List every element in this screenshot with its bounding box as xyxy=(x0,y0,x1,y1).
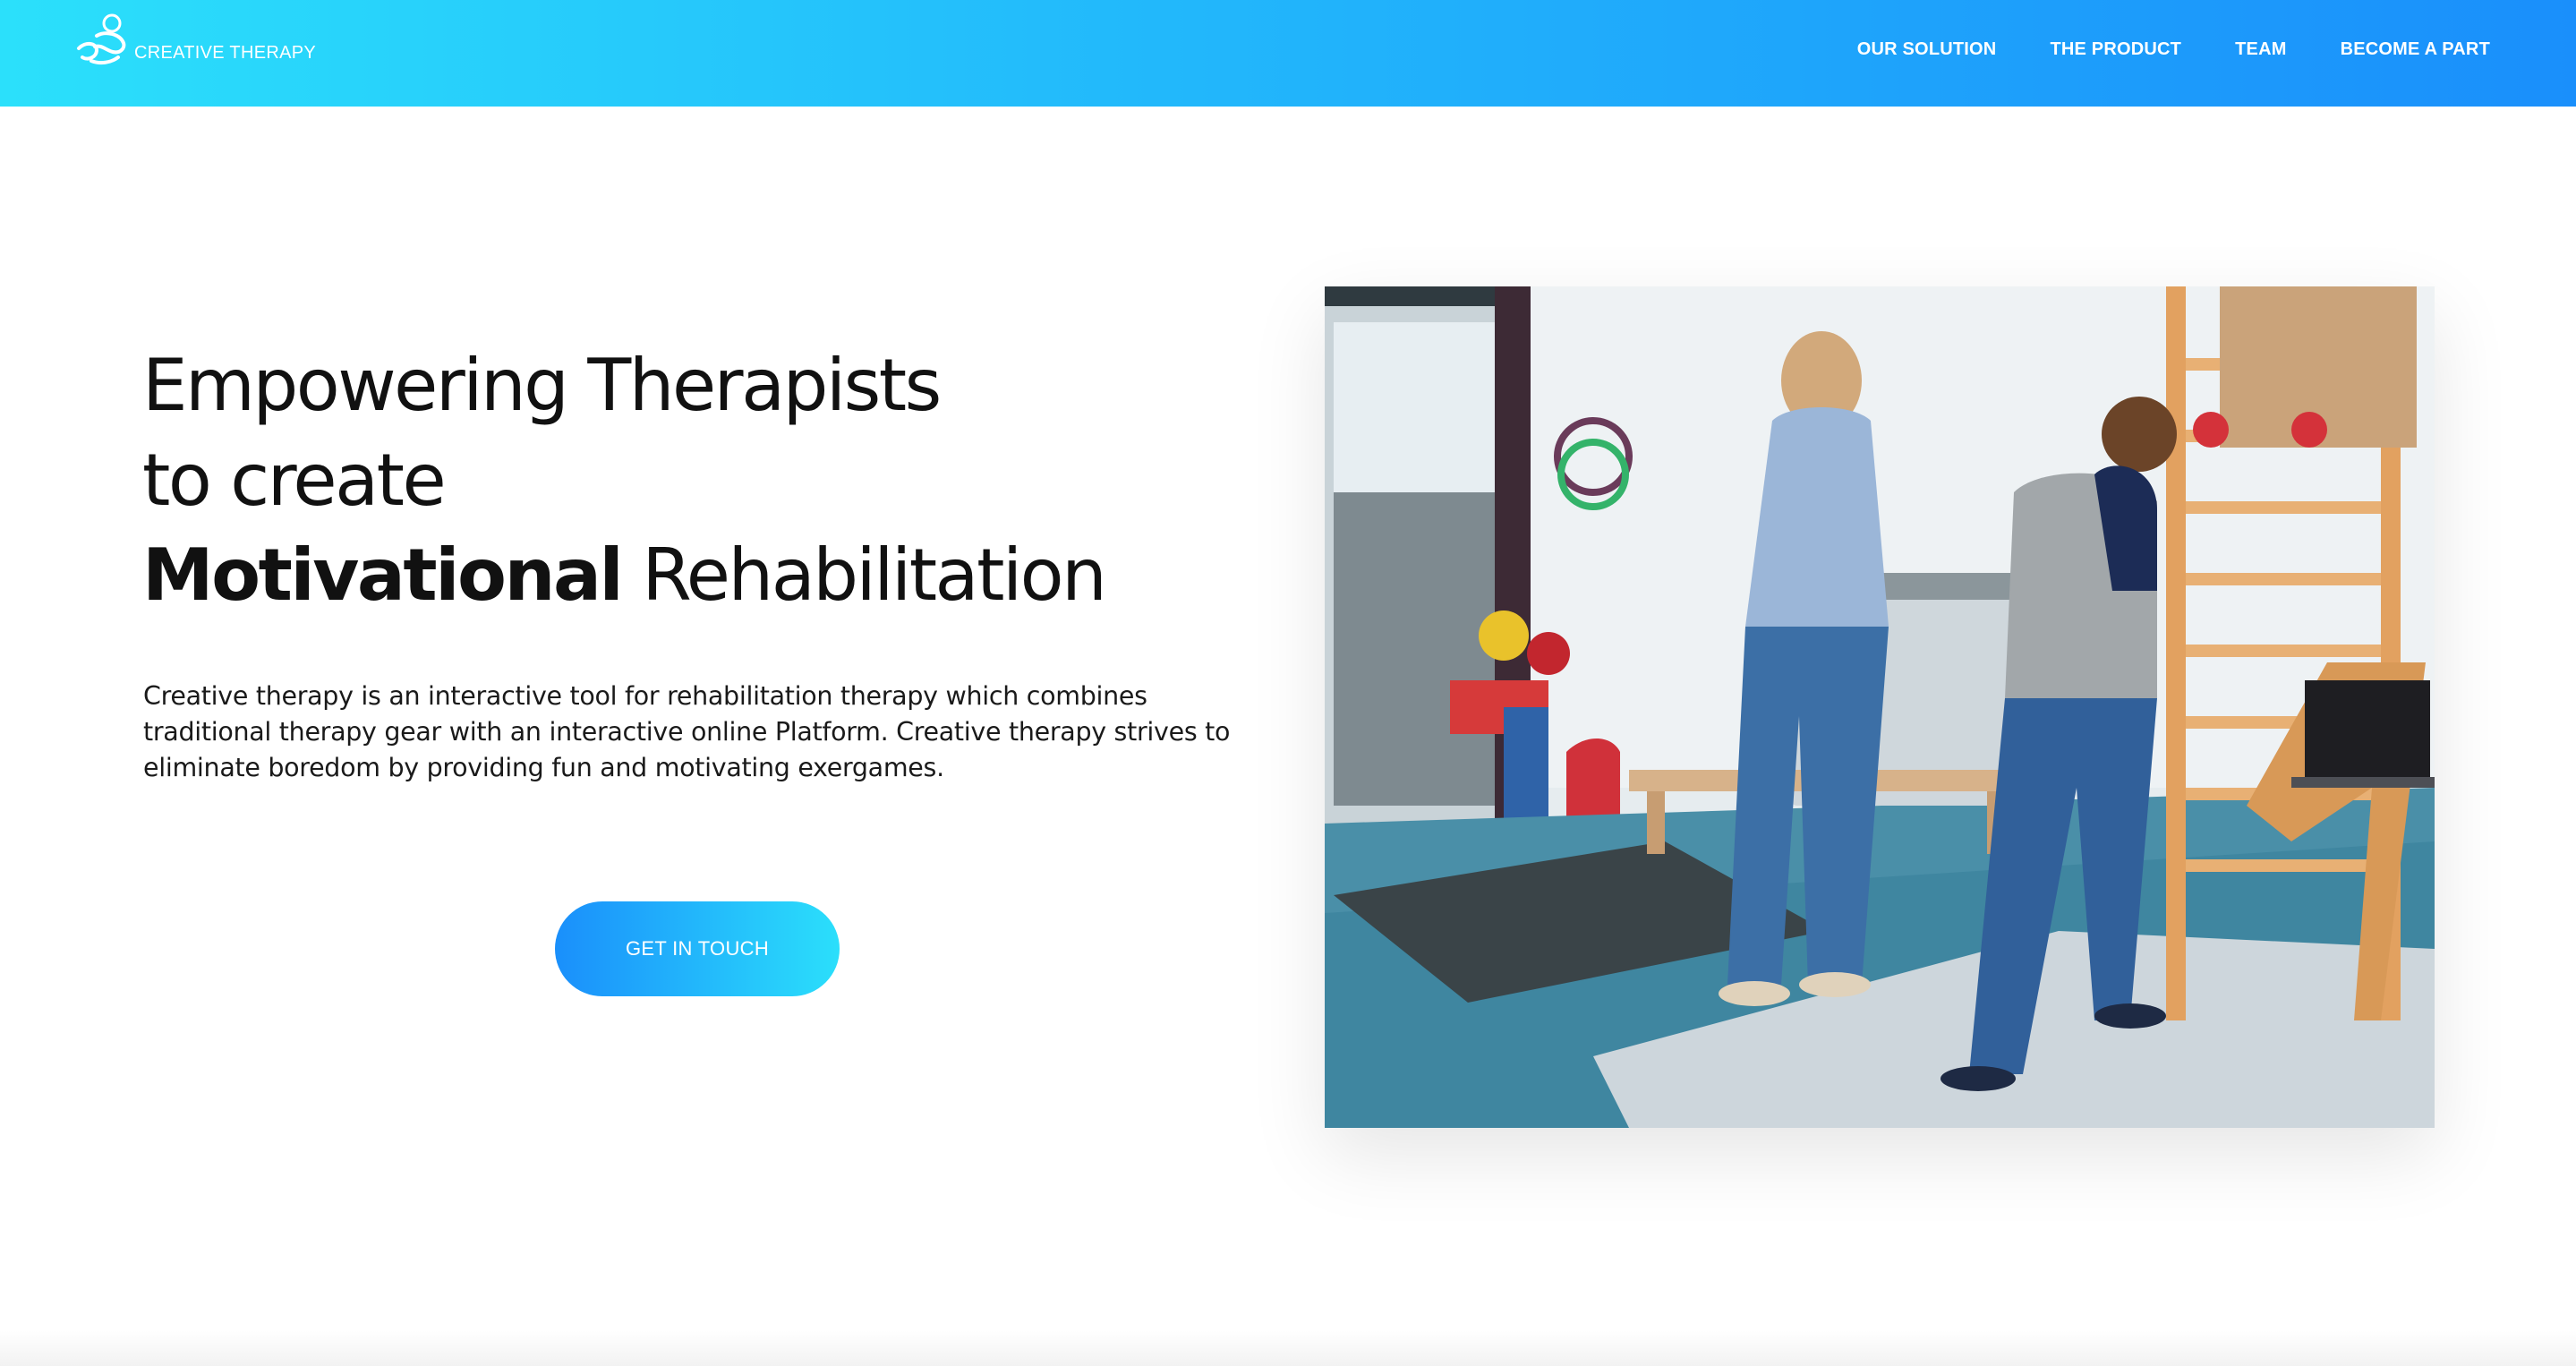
get-in-touch-button[interactable]: GET IN TOUCH xyxy=(555,901,840,996)
figure-logo-icon xyxy=(77,13,126,65)
brand-logo[interactable]: CREATIVE THERAPY xyxy=(70,9,316,73)
nav-our-solution[interactable]: OUR SOLUTION xyxy=(1857,39,1997,60)
headline-rest: Rehabilitation xyxy=(621,534,1107,617)
main-nav: OUR SOLUTION THE PRODUCT TEAM BECOME A P… xyxy=(1857,39,2490,60)
hero-headline: Empowering Therapists to create Motivati… xyxy=(142,338,1107,623)
therapy-room-photo xyxy=(1325,286,2435,1128)
nav-the-product[interactable]: THE PRODUCT xyxy=(2050,39,2181,60)
hero-description: Creative therapy is an interactive tool … xyxy=(143,681,1231,782)
top-navbar: CREATIVE THERAPY OUR SOLUTION THE PRODUC… xyxy=(0,0,2576,107)
headline-line-1: Empowering Therapists xyxy=(142,344,942,427)
headline-emphasis: Motivational xyxy=(142,534,624,617)
brand-name: CREATIVE THERAPY xyxy=(134,42,316,63)
headline-line-2: to create xyxy=(142,439,447,522)
headline-line-3: Motivational Rehabilitation xyxy=(142,528,1107,623)
hero-photo xyxy=(1325,286,2435,1128)
nav-become-a-part[interactable]: BECOME A PART xyxy=(2341,39,2490,60)
nav-team[interactable]: TEAM xyxy=(2235,39,2286,60)
section-divider-shadow xyxy=(0,1330,2576,1366)
